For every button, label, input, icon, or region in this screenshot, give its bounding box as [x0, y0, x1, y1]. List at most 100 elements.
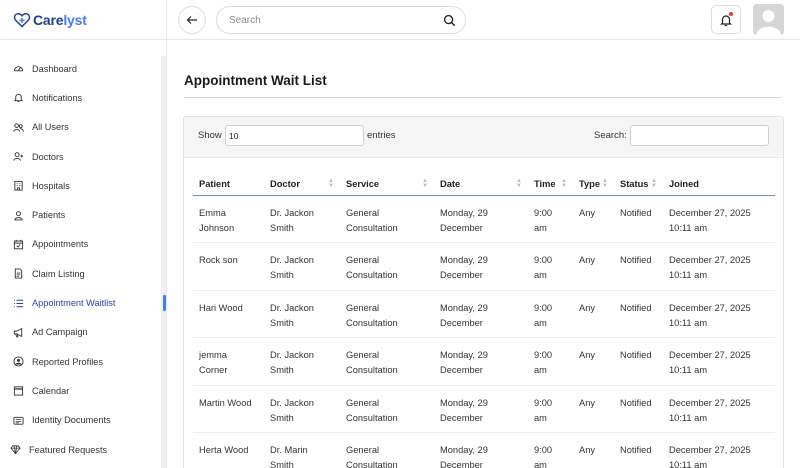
table-row[interactable]: jemma Corner Dr. Jackon Smith General Consult… [193, 337, 775, 386]
cell-type-line: Any [579, 302, 596, 313]
sidebar-item-calendar[interactable]: Calendar [0, 376, 160, 405]
column-header-doctor[interactable]: Doctor ▲ ▼ [264, 173, 340, 196]
column-header-service[interactable]: Service ▲ ▼ [340, 173, 434, 196]
sidebar-item-label: Hospitals [32, 180, 70, 191]
cell-type-line: Any [579, 207, 596, 218]
cell-joined-line: 10:11 am [669, 270, 708, 280]
sidebar-item-label: Doctors [32, 151, 64, 162]
cell-type-line: Any [579, 255, 596, 265]
cell-joined-line: December 27, 2025 [669, 207, 751, 218]
sidebar-item-featured-requests[interactable]: Featured Requests [0, 435, 160, 464]
entries-per-page-input[interactable] [225, 125, 364, 146]
cell-joined: December 27, 2025 10:11 am [663, 432, 775, 468]
cell-time: 9:00 am [528, 385, 573, 433]
column-header-type[interactable]: Type ▲ ▼ [573, 173, 614, 196]
cell-patient-line: Herta Wood [199, 445, 249, 455]
cell-date-line: Monday, 29 [440, 350, 488, 360]
sidebar-item-label: Appointment Waitlist [32, 298, 116, 309]
cell-type: Any [573, 337, 614, 386]
sidebar-item-notifications[interactable]: Notifications [0, 83, 160, 112]
cell-patient-line: Emma [199, 207, 226, 218]
cell-time-line: am [534, 317, 547, 328]
cell-service: General Consultation [340, 242, 434, 291]
cell-time-line: 9:00 [534, 350, 553, 360]
cell-status: Notified [614, 432, 663, 468]
back-button[interactable] [178, 6, 206, 34]
cell-service-line: General [346, 445, 380, 455]
cell-type: Any [573, 195, 614, 243]
hospital-icon [14, 181, 23, 191]
table-search-input[interactable] [630, 125, 769, 146]
sidebar-item-doctors[interactable]: Doctors [0, 142, 160, 171]
cell-joined: December 27, 2025 10:11 am [663, 195, 775, 243]
diamond-icon [10, 445, 21, 455]
sidebar-item-identity-documents[interactable]: Identity Documents [0, 406, 160, 435]
sidebar-item-all-users[interactable]: All Users [0, 113, 160, 142]
cell-doctor-line: Dr. Jackon [270, 397, 314, 408]
notifications-button[interactable] [711, 5, 741, 34]
search-icon[interactable] [443, 14, 456, 27]
cell-status-line: Notified [620, 302, 652, 313]
cell-type-line: Any [579, 397, 596, 408]
column-header-joined[interactable]: Joined [663, 173, 775, 196]
cell-status: Notified [614, 385, 663, 433]
cell-time-line: 9:00 [534, 207, 553, 218]
sidebar-item-appointments[interactable]: Appointments [0, 230, 160, 259]
cell-doctor-line: Smith [270, 222, 294, 233]
cell-time-line: am [534, 365, 547, 375]
sort-icon: ▲ ▼ [561, 178, 567, 189]
sidebar-item-patients[interactable]: Patients [0, 200, 160, 229]
sidebar-item-dashboard[interactable]: Dashboard [0, 54, 160, 83]
table-row[interactable]: Hari Wood Dr. Jackon Smith General Consultat… [193, 290, 775, 338]
column-header-status[interactable]: Status ▲ ▼ [614, 173, 663, 196]
cell-patient: Emma Johnson [193, 195, 264, 243]
cell-service: General Consultation [340, 195, 434, 243]
cell-doctor-line: Dr. Jackon [270, 207, 314, 218]
cell-patient: Rock son [193, 242, 264, 291]
user-plus-icon [13, 152, 24, 161]
column-header-patient[interactable]: Patient [193, 173, 264, 196]
cell-date-line: December [440, 222, 483, 233]
table-row[interactable]: Emma Johnson Dr. Jackon Smith General Consult… [193, 195, 775, 243]
dashboard-icon [13, 66, 24, 72]
column-header-date[interactable]: Date ▲ ▼ [434, 173, 528, 196]
cell-time-line: am [534, 222, 547, 233]
cell-joined: December 27, 2025 10:11 am [663, 385, 775, 433]
cell-type-line: Any [579, 350, 596, 360]
cell-date: Monday, 29 December [434, 290, 528, 338]
cell-service-line: Consultation [346, 222, 398, 233]
cell-time: 9:00 am [528, 290, 573, 338]
cell-time-line: 9:00 [534, 255, 553, 265]
cell-doctor-line: Smith [270, 317, 294, 328]
logo[interactable]: Carelyst [0, 0, 166, 40]
sidebar-item-claim-listing[interactable]: Claim Listing [0, 259, 160, 288]
sidebar-scrollbar[interactable] [161, 56, 166, 468]
sidebar-scroll-thumb[interactable] [163, 295, 166, 311]
sidebar-item-reported-profiles[interactable]: Reported Profiles [0, 347, 160, 376]
cell-status-line: Notified [620, 255, 652, 265]
sidebar-item-ad-campaign[interactable]: Ad Campaign [0, 318, 160, 347]
cell-joined-line: December 27, 2025 [669, 397, 751, 408]
cell-date-line: Monday, 29 [440, 397, 488, 408]
megaphone-icon [13, 327, 23, 338]
cell-service-line: General [346, 255, 380, 265]
cell-date-line: December [440, 460, 483, 468]
sidebar-item-appointment-waitlist[interactable]: Appointment Waitlist [0, 288, 160, 317]
cell-time: 9:00 am [528, 337, 573, 386]
column-header-time[interactable]: Time ▲ ▼ [528, 173, 573, 196]
page-title: Appointment Wait List [184, 73, 327, 88]
cell-service-line: General [346, 350, 380, 360]
cell-time: 9:00 am [528, 242, 573, 291]
table-row[interactable]: Rock son Dr. Jackon Smith General Consultati… [193, 242, 775, 291]
cell-patient-line: Martin Wood [199, 397, 252, 408]
id-card-icon [13, 416, 24, 425]
table-row[interactable]: Martin Wood Dr. Jackon Smith General Consult… [193, 385, 775, 433]
cell-time-line: am [534, 270, 547, 280]
sidebar-item-label: Appointments [32, 239, 89, 250]
search-input[interactable] [229, 14, 429, 26]
cell-patient-line: Rock son [199, 255, 238, 265]
sidebar-item-hospitals[interactable]: Hospitals [0, 171, 160, 200]
table-row[interactable]: Herta Wood Dr. Marin Smith General Consultat… [193, 432, 775, 468]
avatar[interactable] [753, 4, 784, 35]
table-body: Emma Johnson Dr. Jackon Smith General Consult… [193, 195, 775, 468]
